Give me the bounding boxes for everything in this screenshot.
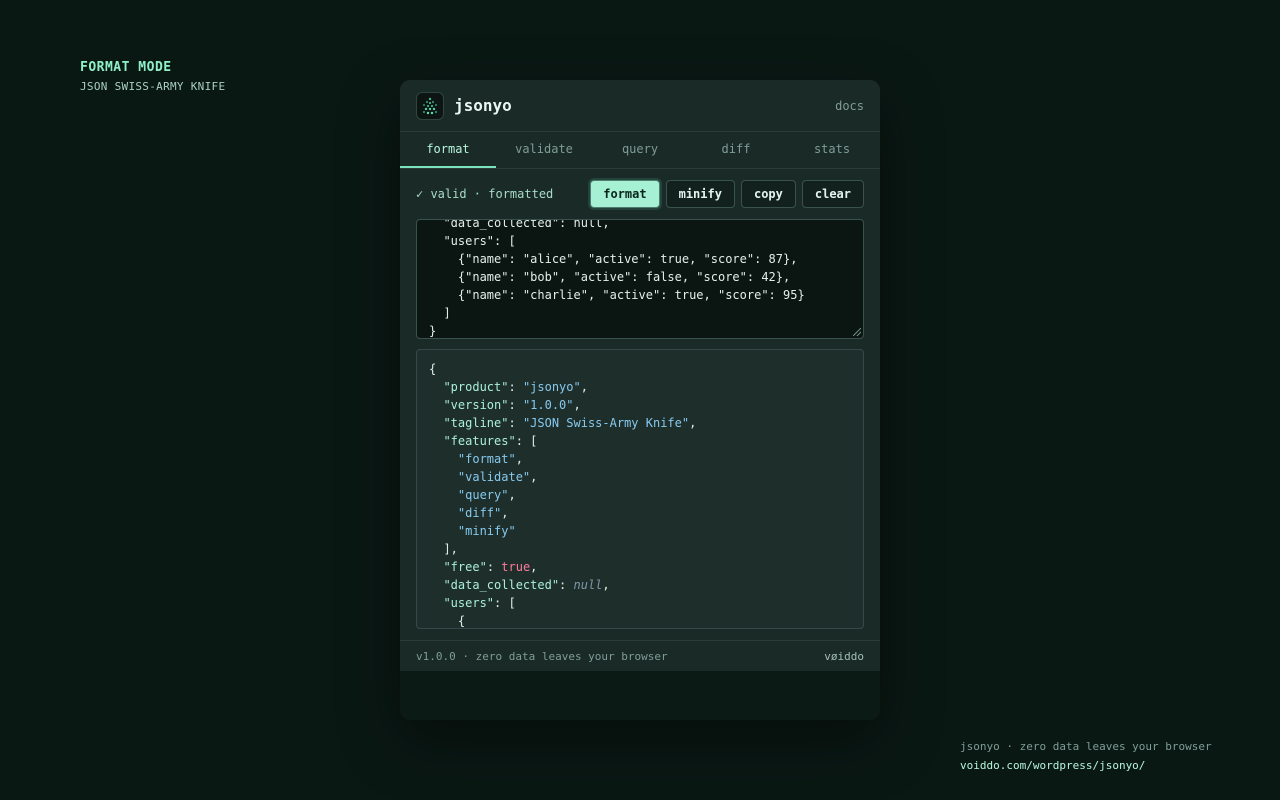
mode-subtitle: JSON SWISS-ARMY KNIFE xyxy=(80,80,226,93)
output-token: "version" xyxy=(443,398,509,412)
output-token: : xyxy=(508,380,523,394)
editor-body: ✓ valid · formatted format minify copy c… xyxy=(400,169,880,640)
bottom-note: jsonyo · zero data leaves your browser v… xyxy=(960,740,1212,772)
json-input[interactable]: "data_collected": null, "users": [ {"nam… xyxy=(416,219,864,339)
output-token xyxy=(429,452,458,466)
output-line: { xyxy=(429,612,851,628)
output-lines: { "product": "jsonyo", "version": "1.0.0… xyxy=(417,350,863,628)
output-token: { xyxy=(429,362,437,376)
tab-query[interactable]: query xyxy=(592,132,688,168)
output-token: "minify" xyxy=(457,524,516,538)
output-token: : xyxy=(508,416,523,430)
output-token: "diff" xyxy=(457,506,502,520)
output-token: , xyxy=(530,560,538,574)
docs-link[interactable]: docs xyxy=(835,99,864,113)
json-output: { "product": "jsonyo", "version": "1.0.0… xyxy=(416,349,864,629)
output-token xyxy=(429,506,458,520)
output-token xyxy=(429,380,443,394)
output-token: "validate" xyxy=(457,470,531,484)
output-token: "jsonyo" xyxy=(522,380,581,394)
output-token: "features" xyxy=(443,434,516,448)
status-text: ✓ valid · formatted xyxy=(416,187,554,201)
output-line: "diff", xyxy=(429,504,851,522)
output-line: { xyxy=(429,360,851,378)
output-token xyxy=(429,434,443,448)
output-token: , xyxy=(573,398,581,412)
tab-format[interactable]: format xyxy=(400,132,496,168)
output-token: , xyxy=(530,470,538,484)
output-token: : xyxy=(508,398,523,412)
output-token xyxy=(429,488,458,502)
output-token: : [ xyxy=(515,434,538,448)
tab-stats[interactable]: stats xyxy=(784,132,880,168)
output-token: null xyxy=(573,578,603,592)
output-token: : xyxy=(559,578,574,592)
output-token: "free" xyxy=(443,560,487,574)
output-token: "query" xyxy=(457,488,509,502)
footer-brand[interactable]: vøiddo xyxy=(824,650,864,663)
output-line: "features": [ xyxy=(429,432,851,450)
output-line: "format", xyxy=(429,450,851,468)
output-token: "product" xyxy=(443,380,509,394)
output-line: "free": true, xyxy=(429,558,851,576)
output-token xyxy=(429,560,443,574)
output-token: ], xyxy=(429,542,458,556)
output-token xyxy=(429,524,458,538)
mode-tabs: format validate query diff stats xyxy=(400,132,880,169)
output-token: , xyxy=(602,578,610,592)
output-token: , xyxy=(501,506,509,520)
output-token: , xyxy=(508,488,516,502)
output-token: "tagline" xyxy=(443,416,509,430)
output-token: : [ xyxy=(494,596,516,610)
action-buttons: format minify copy clear xyxy=(590,180,864,208)
output-token: true xyxy=(501,560,531,574)
minify-button[interactable]: minify xyxy=(665,180,735,208)
footer-version: v1.0.0 · zero data leaves your browser xyxy=(416,649,668,663)
tab-diff[interactable]: diff xyxy=(688,132,784,168)
output-token: "data_collected" xyxy=(443,578,560,592)
output-token: : xyxy=(486,560,502,574)
output-token xyxy=(429,416,443,430)
output-token: "users" xyxy=(443,596,495,610)
logo-icon xyxy=(416,91,444,120)
output-token: , xyxy=(515,452,523,466)
toolbar: ✓ valid · formatted format minify copy c… xyxy=(416,169,864,219)
bottom-note-url[interactable]: voiddo.com/wordpress/jsonyo/ xyxy=(960,759,1212,772)
output-token xyxy=(429,398,443,412)
page-caption: FORMAT MODE JSON SWISS-ARMY KNIFE xyxy=(80,60,225,93)
output-line: "validate", xyxy=(429,468,851,486)
output-line: "minify" xyxy=(429,522,851,540)
output-line: "product": "jsonyo", xyxy=(429,378,851,396)
app-title: jsonyo xyxy=(454,96,512,115)
output-token xyxy=(429,596,443,610)
copy-button[interactable]: copy xyxy=(740,180,796,208)
output-line: "query", xyxy=(429,486,851,504)
mode-title: FORMAT MODE xyxy=(80,60,172,75)
output-line: "tagline": "JSON Swiss-Army Knife", xyxy=(429,414,851,432)
tab-validate[interactable]: validate xyxy=(496,132,592,168)
json-input-text[interactable]: "data_collected": null, "users": [ {"nam… xyxy=(417,220,817,338)
output-token: , xyxy=(580,380,588,394)
output-line: "data_collected": null, xyxy=(429,576,851,594)
output-token xyxy=(429,578,443,592)
clear-button[interactable]: clear xyxy=(801,180,864,208)
output-token: , xyxy=(689,416,697,430)
output-line: "version": "1.0.0", xyxy=(429,396,851,414)
output-token: "JSON Swiss-Army Knife" xyxy=(522,416,690,430)
output-token xyxy=(429,470,458,484)
app-header: jsonyo docs xyxy=(400,80,880,132)
output-token: "format" xyxy=(457,452,516,466)
output-token: { xyxy=(429,614,466,628)
output-line: "users": [ xyxy=(429,594,851,612)
output-line: ], xyxy=(429,540,851,558)
bottom-note-tagline: jsonyo · zero data leaves your browser xyxy=(960,740,1212,753)
format-button[interactable]: format xyxy=(590,180,660,208)
resize-handle[interactable] xyxy=(853,328,861,336)
output-token: "1.0.0" xyxy=(522,398,574,412)
app-panel: jsonyo docs format validate query diff s… xyxy=(400,80,880,720)
app-footer: v1.0.0 · zero data leaves your browser v… xyxy=(400,640,880,671)
